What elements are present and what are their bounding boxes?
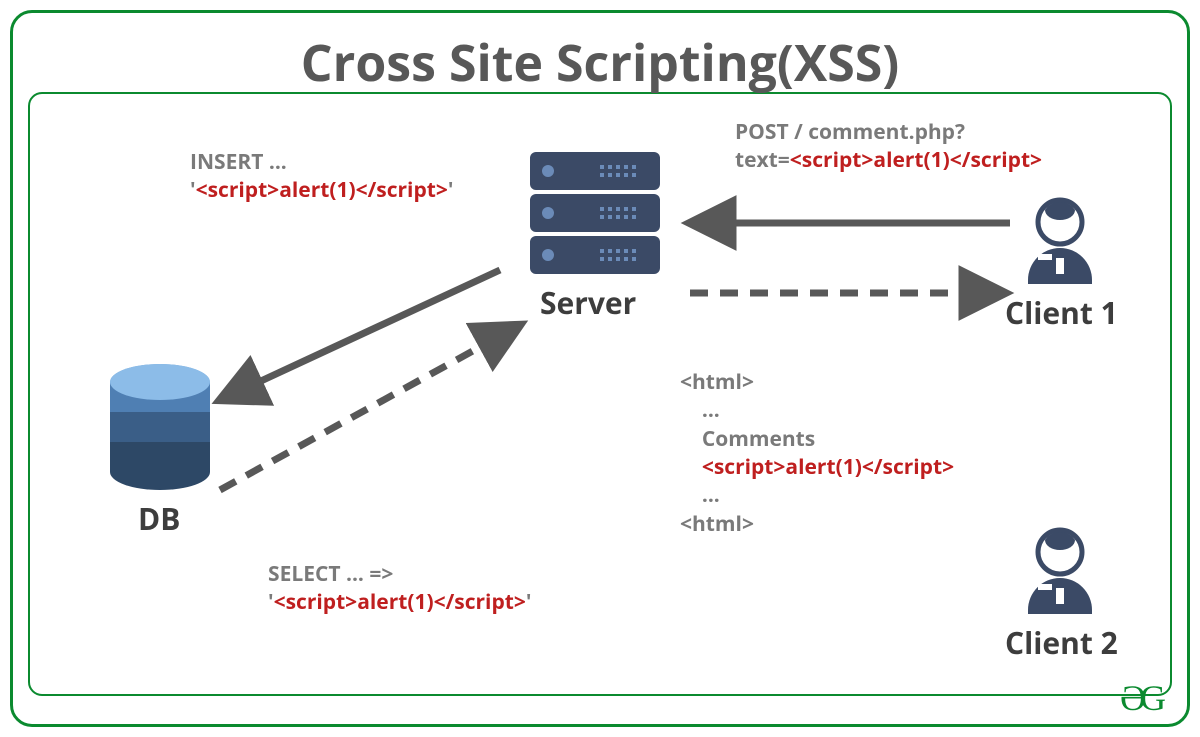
- select-line1: SELECT ... =>: [268, 560, 393, 588]
- insert-label: INSERT ... '<script>alert(1)</script>': [190, 148, 453, 205]
- html-dots1: ...: [702, 396, 720, 424]
- html-close: <html>: [680, 510, 754, 538]
- post-prefix: text=: [735, 146, 790, 174]
- server-label: Server: [540, 282, 636, 323]
- html-comments: Comments: [702, 425, 815, 453]
- html-response-label: <html> ... Comments <script>alert(1)</sc…: [680, 368, 954, 538]
- insert-payload: <script>alert(1)</script>: [196, 176, 448, 204]
- client1-label: Client 1: [1005, 292, 1118, 333]
- geeksforgeeks-logo: ƏG: [1120, 677, 1160, 719]
- html-payload: <script>alert(1)</script>: [702, 453, 954, 481]
- insert-quote-close: ': [448, 176, 454, 204]
- select-quote-close: ': [526, 588, 532, 616]
- post-request-label: POST / comment.php? text=<script>alert(1…: [735, 118, 1042, 175]
- html-open: <html>: [680, 368, 754, 396]
- select-payload: <script>alert(1)</script>: [274, 588, 526, 616]
- select-label: SELECT ... => '<script>alert(1)</script>…: [268, 560, 531, 617]
- client2-label: Client 2: [1005, 622, 1118, 663]
- post-payload: <script>alert(1)</script>: [790, 146, 1042, 174]
- insert-line1: INSERT ...: [190, 148, 287, 176]
- diagram-title: Cross Site Scripting(XSS): [0, 28, 1200, 96]
- db-label: DB: [138, 498, 180, 539]
- post-line1: POST / comment.php?: [735, 118, 965, 146]
- html-dots2: ...: [702, 481, 720, 509]
